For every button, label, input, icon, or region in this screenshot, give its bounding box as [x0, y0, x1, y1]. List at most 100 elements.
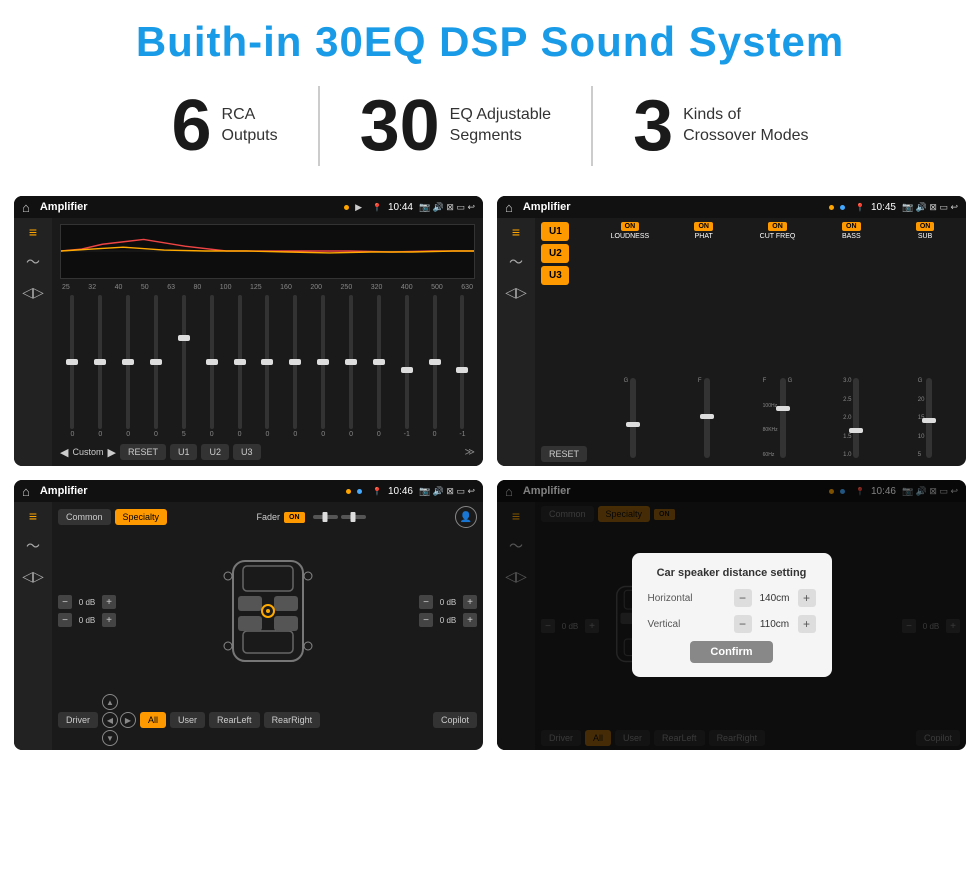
- vol-minus-4[interactable]: −: [419, 613, 433, 627]
- u2-button[interactable]: U2: [201, 444, 229, 460]
- slider-track[interactable]: [70, 295, 74, 429]
- h-slider-2[interactable]: [341, 515, 366, 519]
- horizontal-plus[interactable]: +: [798, 589, 816, 607]
- u2-preset-button[interactable]: U2: [541, 244, 569, 263]
- h-slider-1[interactable]: [313, 515, 338, 519]
- skip-icon: ≫: [465, 447, 475, 458]
- fader-bottom: Driver ▲ ◀ ▶ ▼ All User RearLeft RearRig…: [58, 694, 477, 746]
- speaker-icon-2[interactable]: ◁▷: [505, 284, 527, 301]
- home-icon-3[interactable]: ⌂: [22, 484, 30, 499]
- settings-icon[interactable]: 👤: [455, 506, 477, 528]
- slider-track[interactable]: [238, 295, 242, 429]
- copilot-button[interactable]: Copilot: [433, 712, 477, 728]
- u3-preset-button[interactable]: U3: [541, 266, 569, 285]
- stat-rca: 6 RCA Outputs: [132, 90, 318, 162]
- amp2-body: U1 U2 U3 RESET ON LOUDNESS G: [535, 218, 966, 466]
- rearleft-button[interactable]: RearLeft: [209, 712, 260, 728]
- vol-minus-3[interactable]: −: [419, 595, 433, 609]
- vertical-plus[interactable]: +: [798, 615, 816, 633]
- reset-button[interactable]: RESET: [120, 444, 166, 460]
- side-icons-1: ≡ 〜 ◁▷: [14, 218, 52, 466]
- slider-track[interactable]: [98, 295, 102, 429]
- slider-track[interactable]: [182, 295, 186, 429]
- screen-body-3: ≡ 〜 ◁▷ Common Specialty Fader ON 👤: [14, 502, 483, 750]
- slider-track[interactable]: [321, 295, 325, 429]
- vol-plus-4[interactable]: +: [463, 613, 477, 627]
- slider-track[interactable]: [460, 295, 464, 429]
- slider-track[interactable]: [293, 295, 297, 429]
- loudness-col: ON LOUDNESS G: [595, 222, 665, 462]
- status-title-2: Amplifier: [523, 201, 823, 213]
- side-icons-3: ≡ 〜 ◁▷: [14, 502, 52, 750]
- vol-ctrl-3: − 0 dB +: [419, 595, 477, 609]
- stat-rca-label: RCA Outputs: [222, 105, 278, 147]
- sub-slider[interactable]: [926, 378, 932, 458]
- screen-dialog: ⌂ Amplifier 📍 10:46 📷 🔊 ⊠ ▭ ↩ ≡ 〜 ◁▷ Com…: [497, 480, 966, 750]
- wave-icon[interactable]: 〜: [26, 252, 40, 272]
- reset-button-amp2[interactable]: RESET: [541, 446, 587, 462]
- vol-minus-1[interactable]: −: [58, 595, 72, 609]
- nav-down[interactable]: ▼: [102, 730, 118, 746]
- prev-icon[interactable]: ◀: [60, 446, 68, 459]
- vol-plus-2[interactable]: +: [102, 613, 116, 627]
- loudness-slider[interactable]: [630, 378, 636, 458]
- eq-bottom-bar: ◀ Custom ▶ RESET U1 U2 U3 ≫: [60, 444, 475, 460]
- slider-track[interactable]: [349, 295, 353, 429]
- fader-on-toggle[interactable]: ON: [284, 512, 305, 523]
- cutfreq-slider[interactable]: [780, 378, 786, 458]
- slider-track[interactable]: [377, 295, 381, 429]
- eq-icon-2[interactable]: ≡: [512, 224, 520, 240]
- speaker-icon[interactable]: ◁▷: [22, 284, 44, 301]
- vol-minus-2[interactable]: −: [58, 613, 72, 627]
- screens-grid: ⌂ Amplifier ▶ 📍 10:44 📷 🔊 ⊠ ▭ ↩ ≡ 〜 ◁▷: [0, 186, 980, 764]
- slider-track[interactable]: [433, 295, 437, 429]
- nav-up[interactable]: ▲: [102, 694, 118, 710]
- specialty-tab[interactable]: Specialty: [115, 509, 168, 525]
- wave-icon-3[interactable]: 〜: [26, 536, 40, 556]
- slider-track[interactable]: [126, 295, 130, 429]
- u1-preset-button[interactable]: U1: [541, 222, 569, 241]
- status-title-3: Amplifier: [40, 485, 340, 497]
- slider-track[interactable]: [210, 295, 214, 429]
- all-button[interactable]: All: [140, 712, 166, 728]
- rearright-button[interactable]: RearRight: [264, 712, 321, 728]
- eq-icon[interactable]: ≡: [29, 224, 37, 240]
- nav-right[interactable]: ▶: [120, 712, 136, 728]
- slider-track[interactable]: [265, 295, 269, 429]
- cutfreq-col: ON CUT FREQ F100Hz80KHz60Hz G: [743, 222, 813, 462]
- phat-slider[interactable]: [704, 378, 710, 458]
- confirm-button[interactable]: Confirm: [690, 641, 772, 663]
- status-time-2: 10:45: [871, 202, 896, 213]
- vol-plus-1[interactable]: +: [102, 595, 116, 609]
- eq-slider-col: 0: [199, 295, 224, 438]
- location-icon: 📍: [372, 203, 382, 212]
- common-tab[interactable]: Common: [58, 509, 111, 525]
- vol-plus-3[interactable]: +: [463, 595, 477, 609]
- slider-track[interactable]: [405, 295, 409, 429]
- eq-slider-col: 0: [144, 295, 169, 438]
- vol-val-3: 0 dB: [436, 598, 460, 607]
- slider-track[interactable]: [154, 295, 158, 429]
- home-icon[interactable]: ⌂: [22, 200, 30, 215]
- page-title: Buith-in 30EQ DSP Sound System: [0, 0, 980, 76]
- horizontal-minus[interactable]: −: [734, 589, 752, 607]
- eq-graph: [60, 224, 475, 279]
- driver-button[interactable]: Driver: [58, 712, 98, 728]
- eq-slider-col: -1: [450, 295, 475, 438]
- wave-icon-2[interactable]: 〜: [509, 252, 523, 272]
- u1-button[interactable]: U1: [170, 444, 198, 460]
- speaker-icon-3[interactable]: ◁▷: [22, 568, 44, 585]
- bass-slider[interactable]: [853, 378, 859, 458]
- vertical-minus[interactable]: −: [734, 615, 752, 633]
- fader-right-ctrl: − 0 dB + − 0 dB +: [419, 595, 477, 627]
- next-icon[interactable]: ▶: [107, 446, 115, 459]
- car-diagram: [218, 551, 318, 671]
- eq-icon-3[interactable]: ≡: [29, 508, 37, 524]
- horizontal-label: Horizontal: [648, 593, 693, 604]
- location-icon-2: 📍: [855, 203, 865, 212]
- eq-slider-col: -1: [394, 295, 419, 438]
- nav-left[interactable]: ◀: [102, 712, 118, 728]
- user-button[interactable]: User: [170, 712, 205, 728]
- u3-button[interactable]: U3: [233, 444, 261, 460]
- home-icon-2[interactable]: ⌂: [505, 200, 513, 215]
